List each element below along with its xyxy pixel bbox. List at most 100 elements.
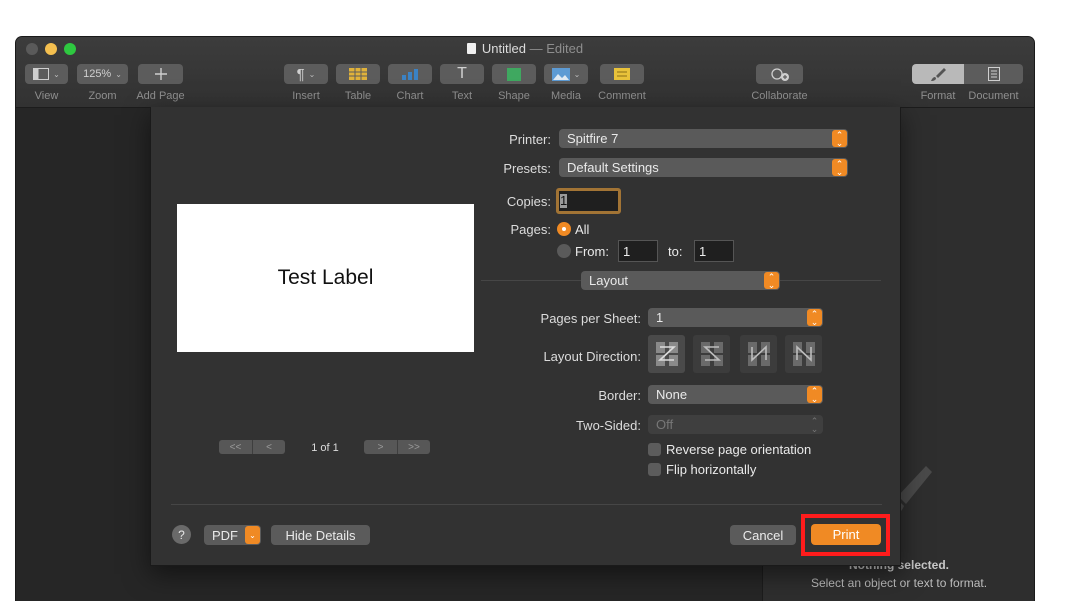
shape-button[interactable] [492, 64, 536, 84]
copies-field[interactable]: 1 [556, 188, 621, 214]
footer-divider [171, 504, 882, 505]
print-dialog: Test Label << < 1 of 1 > >> Printer: Spi… [150, 107, 901, 566]
first-page-button[interactable]: << [219, 440, 252, 454]
direction-n-button[interactable] [740, 335, 777, 373]
layout-reverse-z-icon [700, 342, 723, 366]
help-button[interactable]: ? [172, 525, 191, 544]
two-sided-value: Off [656, 417, 674, 432]
chart-button[interactable] [388, 64, 432, 84]
border-popup[interactable]: None ⌃ ⌄ [648, 385, 823, 404]
chevron-down-icon: ⌄ [53, 69, 60, 79]
paintbrush-icon [931, 68, 946, 81]
direction-reverse-n-button[interactable] [785, 335, 822, 373]
media-label: Media [551, 90, 581, 102]
text-icon: T [457, 65, 467, 82]
last-page-button[interactable]: >> [397, 440, 430, 454]
collaborate-button[interactable] [756, 64, 803, 84]
media-icon [551, 67, 570, 81]
direction-z-button[interactable] [648, 335, 685, 373]
to-field[interactable]: 1 [694, 240, 734, 262]
from-value: 1 [623, 243, 631, 259]
reverse-orientation-label: Reverse page orientation [666, 442, 812, 457]
printer-popup[interactable]: Spitfire 7 ⌃ ⌄ [559, 129, 848, 148]
two-sided-label: Two-Sided: [575, 418, 641, 433]
collaborate-label: Collaborate [751, 90, 808, 102]
preview-text: Test Label [277, 266, 374, 289]
updown-arrows-icon: ⌃ ⌄ [810, 415, 819, 434]
section-value: Layout [589, 273, 629, 288]
reverse-orientation-checkbox[interactable] [648, 443, 661, 456]
table-label: Table [344, 90, 372, 102]
shape-label: Shape [498, 90, 530, 102]
pages-per-sheet-label: Pages per Sheet: [540, 311, 641, 326]
print-button[interactable]: Print [811, 524, 881, 545]
flip-horizontally-label: Flip horizontally [666, 462, 757, 477]
layout-reverse-n-icon [792, 342, 815, 366]
presets-popup[interactable]: Default Settings ⌃ ⌄ [559, 158, 848, 177]
border-label: Border: [598, 388, 641, 403]
pages-range-radio[interactable] [557, 244, 571, 258]
shape-icon [507, 67, 521, 81]
pages-per-sheet-popup[interactable]: 1 ⌃ ⌄ [648, 308, 823, 327]
pages-per-sheet-value: 1 [656, 310, 664, 325]
pdf-menu-button[interactable]: PDF ⌄ [204, 525, 261, 545]
previous-page-button[interactable]: < [252, 440, 285, 454]
add-page-label: Add Page [136, 90, 185, 102]
format-label: Format [920, 90, 956, 102]
document-icon [466, 43, 476, 54]
hide-details-button[interactable]: Hide Details [271, 525, 370, 545]
plus-icon [154, 68, 167, 80]
window-title: Untitled — Edited [16, 41, 1034, 56]
zoom-value: 125% [83, 68, 112, 80]
pdf-label: PDF [212, 527, 238, 543]
text-label: Text [451, 90, 473, 102]
table-icon [349, 68, 367, 80]
to-value: 1 [699, 243, 707, 259]
zoom-popup[interactable]: 125% ⌄ [77, 64, 128, 84]
print-preview: Test Label [177, 204, 474, 352]
comment-button[interactable] [600, 64, 644, 84]
window-title-text: Untitled [481, 41, 526, 56]
printer-value: Spitfire 7 [567, 131, 619, 146]
insert-button[interactable]: ¶ ⌄ [284, 64, 328, 84]
flip-horizontally-checkbox[interactable] [648, 463, 661, 476]
pages-all-radio[interactable] [557, 222, 571, 236]
preview-nav-forward: > >> [364, 440, 430, 454]
section-popup[interactable]: Layout ⌃ ⌄ [581, 271, 780, 290]
collaborate-icon [770, 67, 789, 81]
view-button[interactable]: ⌄ [25, 64, 68, 84]
layout-n-icon [747, 342, 770, 366]
cancel-button[interactable]: Cancel [730, 525, 796, 545]
updown-arrows-icon: ⌃ ⌄ [832, 130, 847, 147]
next-page-button[interactable]: > [364, 440, 397, 454]
title-toolbar: Untitled — Edited ⌄ View 125% ⌄ Zoom Add … [16, 37, 1034, 108]
pages-from-label: From: [575, 244, 609, 259]
document-inspector-icon [987, 67, 1000, 81]
text-button[interactable]: T [440, 64, 484, 84]
add-page-button[interactable] [138, 64, 183, 84]
document-button[interactable] [964, 64, 1023, 84]
media-button[interactable]: ⌄ [544, 64, 588, 84]
comment-label: Comment [598, 90, 646, 102]
document-label: Document [968, 90, 1019, 102]
chevron-down-icon: ⌄ [115, 69, 122, 79]
view-label: View [34, 90, 59, 102]
updown-arrows-icon: ⌃ ⌄ [764, 272, 779, 289]
comment-icon [614, 68, 630, 80]
chart-label: Chart [396, 90, 424, 102]
direction-reverse-z-button[interactable] [693, 335, 730, 373]
pages-to-label: to: [668, 244, 683, 259]
chart-icon [402, 69, 418, 80]
layout-z-icon [655, 342, 678, 366]
layout-direction-label: Layout Direction: [543, 349, 641, 364]
updown-arrows-icon: ⌃ ⌄ [807, 309, 822, 326]
printer-label: Printer: [509, 132, 551, 147]
pilcrow-icon: ¶ [296, 65, 305, 83]
format-button[interactable] [912, 64, 964, 84]
presets-label: Presets: [503, 161, 551, 176]
from-field[interactable]: 1 [618, 240, 658, 262]
insert-label: Insert [292, 90, 320, 102]
table-button[interactable] [336, 64, 380, 84]
copies-value: 1 [560, 193, 568, 208]
chevron-down-icon: ⌄ [245, 526, 260, 544]
